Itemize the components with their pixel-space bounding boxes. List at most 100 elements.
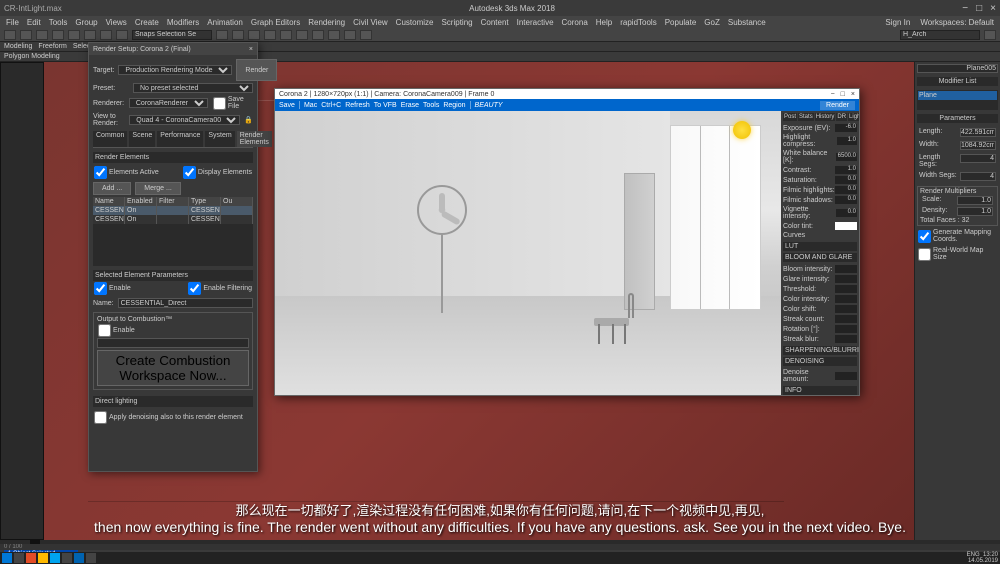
tab-render-elements[interactable]: Render Elements — [237, 131, 272, 147]
add-element-button[interactable]: Add ... — [93, 182, 131, 195]
elements-active-checkbox[interactable] — [94, 166, 107, 179]
menu-tools[interactable]: Tools — [49, 18, 68, 27]
vfb-render-image[interactable] — [275, 111, 781, 395]
snap-icon[interactable] — [216, 30, 228, 40]
apply-denoise-checkbox[interactable] — [94, 411, 107, 424]
merge-element-button[interactable]: Merge ... — [135, 182, 181, 195]
vfb-tovfb-button[interactable]: To VFB — [374, 102, 397, 109]
length-input[interactable] — [960, 128, 996, 137]
render-setup-close-icon[interactable]: × — [249, 46, 253, 53]
menu-create[interactable]: Create — [135, 18, 159, 27]
view-select[interactable]: Quad 4 - CoronaCamera00 — [129, 115, 240, 125]
stack-item-plane[interactable]: Plane — [918, 91, 997, 100]
chrome-icon[interactable] — [26, 553, 36, 563]
render-button[interactable]: Render — [236, 59, 277, 81]
vfb-tab-post[interactable]: Post — [783, 113, 797, 121]
link-icon[interactable] — [36, 30, 48, 40]
unlink-icon[interactable] — [52, 30, 64, 40]
col-output[interactable]: Ou — [221, 197, 253, 206]
table-row[interactable]: CESSENTIAL_Dir... On CESSENTIAL_... — [93, 206, 253, 215]
parameters-rollout[interactable]: Parameters — [917, 114, 998, 123]
menu-corona[interactable]: Corona — [562, 18, 588, 27]
tab-scene[interactable]: Scene — [129, 131, 155, 147]
lut-section[interactable]: LUT — [783, 242, 857, 251]
saturation-input[interactable]: 0.0 — [835, 176, 857, 184]
combustion-path-input[interactable] — [97, 338, 249, 348]
menu-help[interactable]: Help — [596, 18, 612, 27]
vfb-mac-button[interactable]: Mac — [304, 102, 317, 109]
taskbar-icon[interactable] — [86, 553, 96, 563]
menu-animation[interactable]: Animation — [207, 18, 243, 27]
curve-editor-icon[interactable] — [312, 30, 324, 40]
vfb-refresh-button[interactable]: Refresh — [345, 102, 370, 109]
help-icon[interactable] — [984, 30, 996, 40]
rotation-input[interactable] — [835, 325, 857, 333]
taskbar-icon[interactable] — [62, 553, 72, 563]
display-elements-checkbox[interactable] — [183, 166, 196, 179]
vfb-tab-lightmix[interactable]: LightMix — [848, 113, 859, 121]
start-icon[interactable] — [2, 553, 12, 563]
vfb-copy-button[interactable]: Ctrl+C — [321, 102, 341, 109]
menu-civilview[interactable]: Civil View — [353, 18, 388, 27]
menu-substance[interactable]: Substance — [728, 18, 766, 27]
vfb-region-button[interactable]: Region — [443, 102, 465, 109]
bloom-intensity-input[interactable] — [835, 265, 857, 273]
scale-icon[interactable] — [116, 30, 128, 40]
menu-scripting[interactable]: Scripting — [441, 18, 472, 27]
menu-interactive[interactable]: Interactive — [517, 18, 554, 27]
render-icon[interactable] — [360, 30, 372, 40]
snap-selection-input[interactable] — [132, 30, 212, 40]
tab-modeling[interactable]: Modeling — [4, 43, 32, 50]
elements-table[interactable]: Name Enabled Filter Type Ou CESSENTIAL_D… — [93, 197, 253, 266]
layer-icon[interactable] — [296, 30, 308, 40]
modifier-stack[interactable]: Plane — [917, 90, 998, 110]
vfb-erase-button[interactable]: Erase — [401, 102, 419, 109]
tab-system[interactable]: System — [205, 131, 234, 147]
maximize-icon[interactable]: □ — [976, 3, 982, 14]
bloom-section[interactable]: BLOOM AND GLARE — [783, 253, 857, 262]
edge-icon[interactable] — [50, 553, 60, 563]
rotate-icon[interactable] — [100, 30, 112, 40]
signin-button[interactable]: Sign In — [885, 18, 910, 27]
close-icon[interactable]: × — [990, 3, 996, 14]
menu-customize[interactable]: Customize — [396, 18, 434, 27]
render-elements-rollout[interactable]: Render Elements — [93, 152, 253, 163]
lock-view-icon[interactable]: 🔒 — [244, 116, 253, 124]
sharpen-section[interactable]: SHARPENING/BLURRING — [783, 346, 857, 355]
file-tab[interactable]: CR-IntLight.max — [4, 4, 62, 13]
preset-select[interactable]: No preset selected — [133, 83, 253, 93]
menu-grapheditors[interactable]: Graph Editors — [251, 18, 300, 27]
viewport-left[interactable] — [0, 62, 44, 540]
renderer-select[interactable]: CoronaRenderer — [129, 98, 208, 108]
object-name-input[interactable] — [917, 64, 998, 73]
glare-intensity-input[interactable] — [835, 275, 857, 283]
menu-edit[interactable]: Edit — [27, 18, 41, 27]
render-setup-icon[interactable] — [344, 30, 356, 40]
color-intensity-input[interactable] — [835, 295, 857, 303]
scale-input[interactable] — [957, 196, 993, 205]
curves-label[interactable]: Curves — [783, 232, 805, 239]
tab-common[interactable]: Common — [93, 131, 127, 147]
exposure-input[interactable]: -6.0 — [835, 124, 857, 132]
info-section[interactable]: INFO — [783, 386, 857, 395]
color-tint-swatch[interactable] — [835, 222, 857, 230]
search-scene-input[interactable] — [900, 30, 980, 40]
tab-performance[interactable]: Performance — [157, 131, 203, 147]
vignette-input[interactable]: 0.0 — [836, 209, 857, 217]
width-segs-input[interactable] — [960, 172, 996, 181]
minimize-icon[interactable]: − — [962, 3, 968, 14]
whitebalance-input[interactable]: 6500.0 — [836, 153, 857, 161]
enable-filtering-checkbox[interactable] — [188, 282, 201, 295]
vfb-channel-select[interactable]: BEAUTY — [475, 102, 503, 109]
color-shift-input[interactable] — [835, 305, 857, 313]
vfb-tab-stats[interactable]: Stats — [798, 113, 814, 121]
filmic-sh-input[interactable]: 0.0 — [835, 196, 857, 204]
redo-icon[interactable] — [20, 30, 32, 40]
explorer-icon[interactable] — [38, 553, 48, 563]
timeline[interactable] — [0, 540, 1000, 544]
table-row[interactable]: CESSENTIAL_In... On CESSENTIAL_... — [93, 215, 253, 224]
vfb-minimize-icon[interactable]: − — [831, 91, 835, 98]
streak-blur-input[interactable] — [835, 335, 857, 343]
real-world-checkbox[interactable] — [918, 248, 931, 261]
highlight-input[interactable]: 1.0 — [837, 137, 857, 145]
